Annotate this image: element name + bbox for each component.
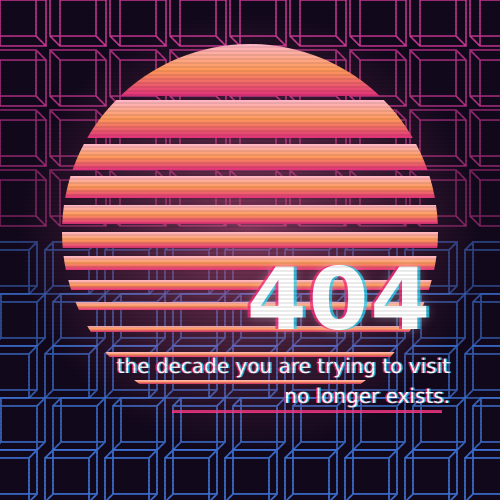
grid-cell: [52, 397, 106, 451]
grid-cell: [0, 449, 38, 500]
grid-cell: [0, 345, 38, 399]
grid-cell: [49, 0, 107, 47]
grid-cell: [0, 0, 47, 47]
grid-cell: [284, 449, 338, 500]
grid-cell: [224, 449, 278, 500]
error-message-line-2: no longer exists.: [284, 384, 450, 408]
sun-stripe: [62, 144, 438, 170]
sun-stripe: [62, 100, 438, 138]
grid-cell: [0, 397, 46, 451]
sun-stripe: [62, 232, 438, 248]
grid-cell: [104, 449, 158, 500]
grid-cell: [472, 397, 500, 451]
grid-cell: [404, 449, 458, 500]
error-code-404: 404: [246, 250, 433, 350]
grid-cell: [164, 449, 218, 500]
grid-cell: [344, 449, 398, 500]
grid-cell: [464, 449, 500, 500]
sun-stripe: [62, 205, 438, 224]
error-404-page: 404 the decade you are trying to visit n…: [0, 0, 500, 500]
grid-cell: [464, 345, 500, 399]
grid-cell: [469, 0, 500, 47]
accent-line: [172, 410, 442, 413]
grid-cell: [44, 449, 98, 500]
grid-cell: [0, 49, 47, 107]
sun-stripe: [62, 176, 438, 198]
error-message-line-1: the decade you are trying to visit: [116, 354, 450, 378]
grid-cell: [472, 293, 500, 347]
grid-cell: [409, 0, 467, 47]
grid-cell: [469, 109, 500, 167]
grid-cell: [469, 49, 500, 107]
